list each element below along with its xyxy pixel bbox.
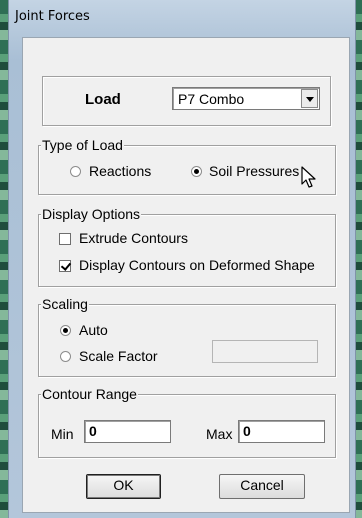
extrude-contours-label[interactable]: Extrude Contours (79, 230, 188, 246)
load-group: Load P7 Combo (42, 76, 331, 126)
reactions-label[interactable]: Reactions (89, 163, 151, 179)
auto-radio[interactable] (60, 325, 71, 336)
scale-factor-radio[interactable] (60, 351, 71, 362)
type-of-load-legend: Type of Load (41, 137, 124, 153)
scaling-legend: Scaling (41, 296, 89, 312)
dialog-title: Joint Forces (15, 9, 90, 24)
scale-factor-input[interactable] (212, 340, 318, 363)
extrude-contours-checkbox[interactable] (59, 233, 71, 245)
soil-pressures-radio[interactable] (191, 166, 202, 177)
cancel-button[interactable]: Cancel (219, 474, 305, 499)
min-label: Min (51, 426, 74, 442)
mouse-pointer-icon (301, 166, 316, 188)
min-input[interactable]: 0 (84, 420, 171, 443)
joint-forces-dialog: Joint Forces Load P7 Combo Type of Load … (8, 0, 356, 518)
soil-pressures-label[interactable]: Soil Pressures (209, 163, 299, 179)
type-of-load-group: Type of Load Reactions Soil Pressures (38, 137, 336, 195)
dialog-client-area: Load P7 Combo Type of Load Reactions Soi… (22, 37, 350, 513)
min-value: 0 (89, 423, 97, 439)
load-label: Load (85, 91, 121, 108)
display-options-group: Display Options Extrude Contours Display… (38, 206, 336, 287)
contour-range-group: Contour Range Min 0 Max 0 (38, 386, 336, 458)
max-label: Max (206, 426, 233, 442)
scaling-group: Scaling Auto Scale Factor (38, 296, 336, 377)
load-combo-value: P7 Combo (178, 91, 245, 107)
reactions-radio[interactable] (70, 166, 81, 177)
display-contours-deformed-checkbox[interactable] (59, 260, 71, 272)
scale-factor-label[interactable]: Scale Factor (79, 348, 158, 364)
load-combo-select[interactable]: P7 Combo (172, 87, 320, 110)
display-options-legend: Display Options (41, 206, 142, 222)
auto-label[interactable]: Auto (79, 322, 108, 338)
display-contours-deformed-label[interactable]: Display Contours on Deformed Shape (79, 257, 315, 273)
chevron-down-icon[interactable] (301, 89, 318, 108)
max-input[interactable]: 0 (238, 420, 325, 443)
ok-button[interactable]: OK (86, 474, 161, 499)
contour-range-legend: Contour Range (41, 386, 138, 402)
max-value: 0 (243, 423, 251, 439)
